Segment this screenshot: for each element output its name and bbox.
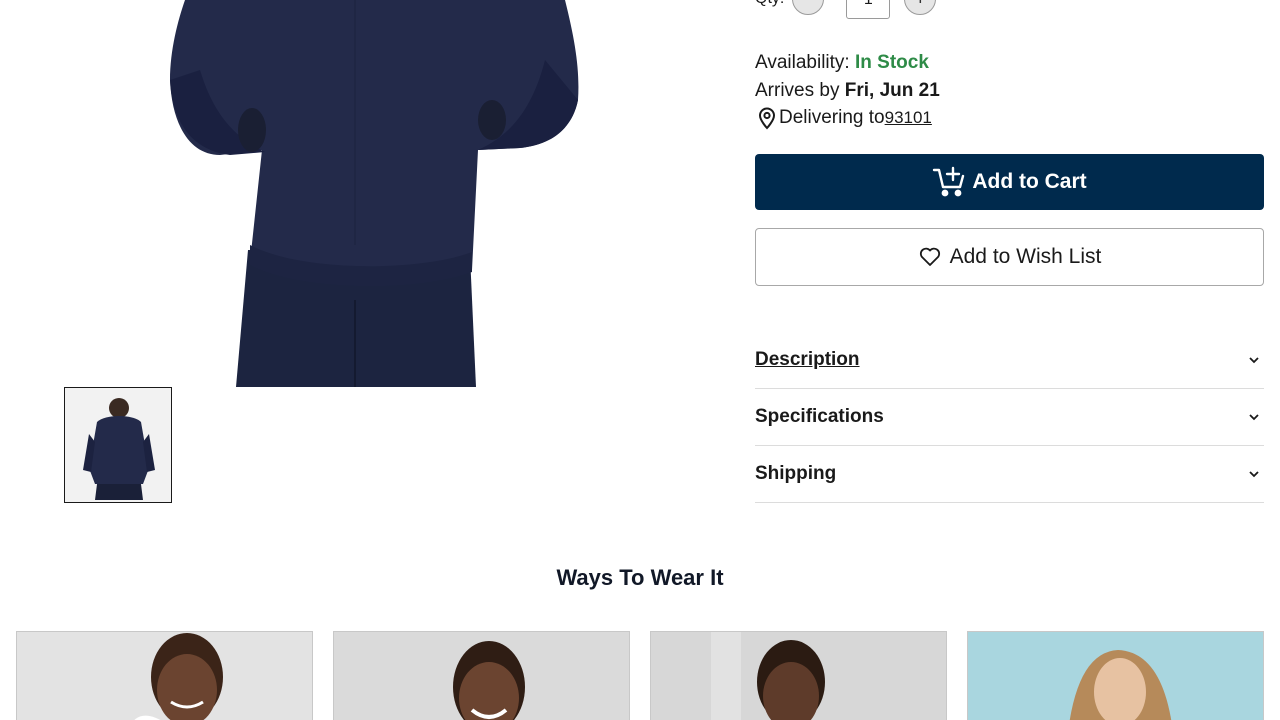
delivery-zip-link[interactable]: 93101 <box>885 108 932 128</box>
quantity-input[interactable]: 1 <box>846 0 891 19</box>
quantity-decrease-button[interactable]: − <box>792 0 825 15</box>
quantity-selector: Qty: − 1 + <box>755 0 937 20</box>
add-to-wishlist-button[interactable]: Add to Wish List <box>755 228 1264 286</box>
delivery-line: Delivering to 93101 <box>755 106 932 130</box>
chevron-down-icon <box>1246 352 1262 368</box>
add-cart-icon <box>932 165 966 199</box>
accordion-description[interactable]: Description <box>755 332 1264 389</box>
arrival-line: Arrives by Fri, Jun 21 <box>755 80 940 102</box>
outfit-card[interactable] <box>967 631 1264 720</box>
delivery-label: Delivering to <box>779 107 885 128</box>
product-main-image[interactable] <box>0 0 735 387</box>
accordion-specifications-title: Specifications <box>755 406 884 427</box>
add-to-wishlist-label: Add to Wish List <box>949 245 1102 268</box>
add-to-cart-label: Add to Cart <box>972 170 1087 193</box>
outfit-image <box>334 632 629 720</box>
outfit-card[interactable] <box>333 631 630 720</box>
location-pin-icon <box>755 106 779 130</box>
add-to-cart-button[interactable]: Add to Cart <box>755 154 1264 210</box>
outfit-image <box>651 632 946 720</box>
outfit-card[interactable] <box>16 631 313 720</box>
heart-icon <box>918 245 942 269</box>
outfit-card[interactable] <box>650 631 947 720</box>
accordion-shipping-title: Shipping <box>755 463 837 484</box>
stock-status: In Stock <box>854 52 929 73</box>
accordion-description-title: Description <box>755 349 860 370</box>
product-thumbnail[interactable] <box>64 387 172 503</box>
quantity-increase-button[interactable]: + <box>904 0 937 15</box>
quantity-label: Qty: <box>755 0 784 8</box>
hoodie-back-image <box>170 0 579 387</box>
outfit-image <box>17 632 312 720</box>
accordion-specifications[interactable]: Specifications <box>755 389 1264 446</box>
arrival-date: Fri, Jun 21 <box>844 80 940 101</box>
outfit-image <box>968 632 1263 720</box>
chevron-down-icon <box>1246 466 1262 482</box>
availability-line: Availability: In Stock <box>755 52 929 74</box>
hoodie-thumbnail-image <box>65 388 171 502</box>
availability-label: Availability: <box>755 52 850 73</box>
arrival-label: Arrives by <box>755 80 840 101</box>
chevron-down-icon <box>1246 409 1262 425</box>
accordion-shipping[interactable]: Shipping <box>755 446 1264 503</box>
ways-to-wear-heading: Ways To Wear It <box>556 565 724 590</box>
